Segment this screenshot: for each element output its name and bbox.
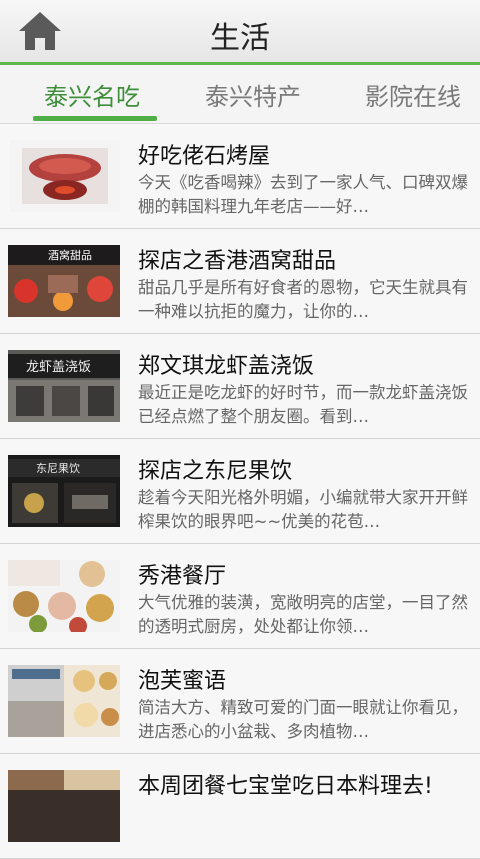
tab-cinema-online[interactable]: 影院在线 (365, 77, 461, 112)
list-item[interactable]: 酒窝甜品 探店之香港酒窝甜品 甜品几乎是所有好食者的恩物，它天生就具有一种难以抗… (0, 229, 480, 334)
list-item[interactable]: 本周团餐七宝堂吃日本料理去! (0, 754, 480, 859)
article-summary (138, 801, 470, 849)
article-thumbnail (8, 770, 120, 842)
list-item[interactable]: 东尼果饮 探店之东尼果饮 趁着今天阳光格外明媚，小编就带大家开开鲜榨果饮的眼界吧… (0, 439, 480, 544)
list-item[interactable]: 秀港餐厅 大气优雅的装潢，宽敞明亮的店堂，一目了然的透明式厨房，处处都让你领… (0, 544, 480, 649)
article-thumbnail (10, 140, 120, 212)
list-item[interactable]: 泡芙蜜语 简洁大方、精致可爱的门面一眼就让你看见，进店悉心的小盆栽、多肉植物… (0, 649, 480, 754)
article-thumbnail (8, 560, 120, 632)
tab-bar: 泰兴名吃 泰兴特产 影院在线 (0, 65, 480, 124)
article-summary: 最近正是吃龙虾的好时节，而一款龙虾盖浇饭已经点燃了整个朋友圈。看到… (138, 383, 468, 426)
article-title: 泡芙蜜语 (138, 669, 227, 694)
article-title: 秀港餐厅 (138, 564, 227, 589)
article-thumbnail: 酒窝甜品 (8, 245, 120, 317)
article-summary: 趁着今天阳光格外明媚，小编就带大家开开鲜榨果饮的眼界吧~~优美的花苞… (138, 488, 468, 531)
tab-taixing-food[interactable]: 泰兴名吃 (44, 77, 140, 112)
page-title: 生活 (210, 21, 270, 56)
article-thumbnail: 龙虾盖浇饭 (8, 350, 120, 422)
article-title: 本周团餐七宝堂吃日本料理去! (138, 774, 433, 799)
article-thumbnail: 东尼果饮 (8, 455, 120, 527)
article-summary: 今天《吃香喝辣》去到了一家人气、口碑双爆棚的韩国料理九年老店——好… (138, 173, 468, 216)
article-summary: 简洁大方、精致可爱的门面一眼就让你看见，进店悉心的小盆栽、多肉植物… (138, 698, 468, 741)
article-list: 好吃佬石烤屋 今天《吃香喝辣》去到了一家人气、口碑双爆棚的韩国料理九年老店——好… (0, 124, 480, 859)
article-summary: 甜品几乎是所有好食者的恩物，它天生就具有一种难以抗拒的魔力，让你的… (138, 278, 468, 321)
thumb-sign-text: 东尼果饮 (36, 462, 80, 475)
article-title: 郑文琪龙虾盖浇饭 (138, 354, 315, 379)
article-title: 探店之香港酒窝甜品 (138, 249, 337, 274)
app-header: 生活 (0, 0, 480, 65)
tab-taixing-specialty[interactable]: 泰兴特产 (205, 77, 301, 112)
article-summary: 大气优雅的装潢，宽敞明亮的店堂，一目了然的透明式厨房，处处都让你领… (138, 593, 468, 636)
thumb-sign-text: 酒窝甜品 (48, 248, 92, 262)
article-title: 探店之东尼果饮 (138, 459, 293, 484)
list-item[interactable]: 龙虾盖浇饭 郑文琪龙虾盖浇饭 最近正是吃龙虾的好时节，而一款龙虾盖浇饭已经点燃了… (0, 334, 480, 439)
article-title: 好吃佬石烤屋 (138, 144, 271, 169)
article-thumbnail (8, 665, 120, 737)
active-tab-indicator (33, 116, 157, 121)
list-item[interactable]: 好吃佬石烤屋 今天《吃香喝辣》去到了一家人气、口碑双爆棚的韩国料理九年老店——好… (0, 124, 480, 229)
thumb-sign-text: 龙虾盖浇饭 (26, 360, 91, 375)
